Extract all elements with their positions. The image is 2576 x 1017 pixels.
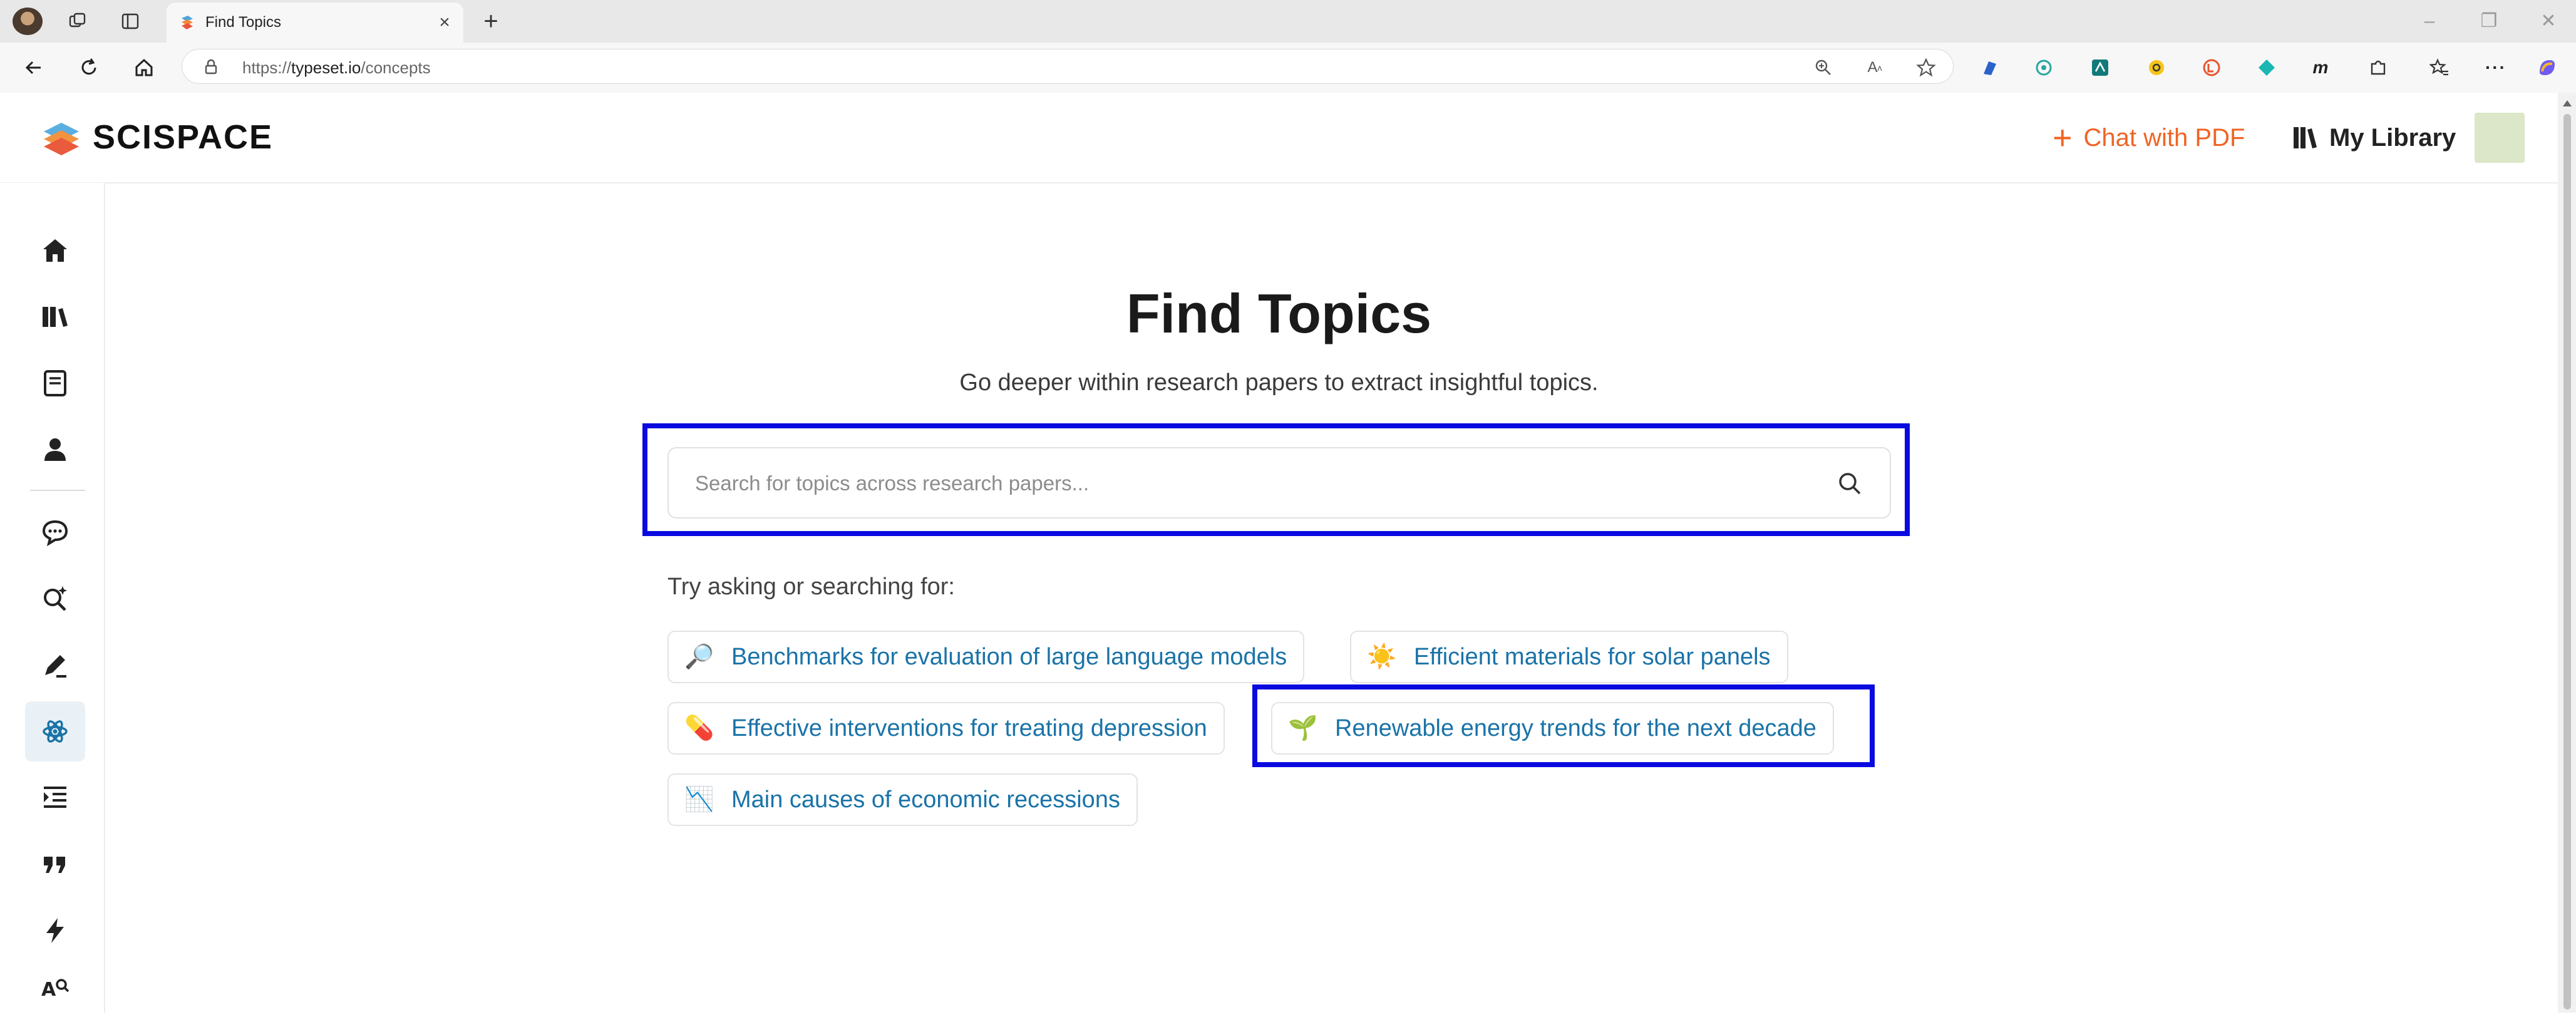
extension-pen-icon[interactable] xyxy=(1977,55,2002,80)
extensions-puzzle-icon[interactable] xyxy=(2366,55,2391,80)
extension-scispace-icon[interactable] xyxy=(2031,55,2056,80)
sidebar-item-citation[interactable] xyxy=(25,834,85,894)
literature-search-icon xyxy=(44,586,67,611)
outline-icon xyxy=(44,787,66,808)
sidebar-item-chat[interactable] xyxy=(25,502,85,562)
suggestion-label: Efficient materials for solar panels xyxy=(1414,643,1771,670)
home-browser-icon[interactable] xyxy=(129,53,159,83)
suggestions-label: Try asking or searching for: xyxy=(667,574,955,600)
suggestion-label: Renewable energy trends for the next dec… xyxy=(1335,715,1816,741)
my-library-button[interactable]: My Library xyxy=(2292,120,2456,155)
svg-text:A: A xyxy=(41,979,56,1001)
user-avatar[interactable] xyxy=(2475,113,2525,163)
suggestion-chip-llm-benchmarks[interactable]: 🔎 Benchmarks for evaluation of large lan… xyxy=(667,631,1305,683)
copilot-icon[interactable] xyxy=(2535,55,2560,80)
new-tab-icon[interactable]: + xyxy=(476,8,506,35)
suggestion-chip-recessions[interactable]: 📉 Main causes of economic recessions xyxy=(667,773,1138,826)
address-bar[interactable]: https://typeset.io/concepts Aʌ xyxy=(182,49,1954,84)
sidebar-item-outline[interactable] xyxy=(25,768,85,828)
sidebar-item-literature-search[interactable] xyxy=(25,569,85,629)
plus-icon: + xyxy=(2053,119,2073,157)
sidebar-item-topics[interactable] xyxy=(25,701,85,761)
tab-actions-icon[interactable] xyxy=(118,9,143,34)
writer-icon xyxy=(45,655,66,678)
sidebar-divider xyxy=(30,490,85,491)
seedling-emoji-icon: 🌱 xyxy=(1288,715,1318,741)
suggestion-chip-renewable-energy[interactable]: 🌱 Renewable energy trends for the next d… xyxy=(1271,702,1834,755)
browser-toolbar: https://typeset.io/concepts Aʌ m ··· xyxy=(0,43,2576,93)
suggestion-chip-solar-panels[interactable]: ☀️ Efficient materials for solar panels xyxy=(1350,631,1788,683)
extension-teal-icon[interactable] xyxy=(2088,55,2113,80)
ai-detector-icon: A xyxy=(41,979,70,1001)
library-books-icon xyxy=(2294,127,2317,148)
citation-icon xyxy=(44,857,65,873)
extension-orange-icon[interactable] xyxy=(2199,55,2224,80)
scroll-thumb[interactable] xyxy=(2563,114,2571,1009)
tab-title: Find Topics xyxy=(205,14,281,31)
more-menu-icon[interactable]: ··· xyxy=(2483,55,2508,80)
page-scrollbar[interactable] xyxy=(2558,93,2576,1013)
read-aloud-icon[interactable]: Aʌ xyxy=(1864,57,1885,78)
extension-m-icon[interactable]: m xyxy=(2308,55,2333,80)
chat-with-pdf-label: Chat with PDF xyxy=(2083,123,2245,152)
url-text[interactable]: https://typeset.io/concepts xyxy=(242,58,431,78)
scispace-favicon xyxy=(182,16,193,29)
chat-icon xyxy=(42,520,68,547)
suggestion-chip-depression[interactable]: 💊 Effective interventions for treating d… xyxy=(667,702,1225,755)
my-library-label: My Library xyxy=(2329,123,2456,152)
topics-icon xyxy=(43,720,68,743)
profile-icon xyxy=(44,438,66,461)
chart-down-emoji-icon: 📉 xyxy=(684,787,714,813)
profile-avatar[interactable] xyxy=(13,8,43,35)
restore-icon[interactable]: ❐ xyxy=(2470,8,2508,35)
page-subtitle: Go deeper within research papers to extr… xyxy=(959,369,1599,396)
favorite-star-icon[interactable] xyxy=(1915,57,1937,78)
tab-close-icon[interactable]: × xyxy=(433,11,456,34)
window-close-icon[interactable]: ✕ xyxy=(2530,8,2567,35)
favorites-icon[interactable] xyxy=(2427,55,2452,80)
reload-icon[interactable] xyxy=(74,53,104,83)
brand-name[interactable]: SCISPACE xyxy=(93,118,273,157)
sun-emoji-icon: ☀️ xyxy=(1367,644,1397,670)
magnifier-emoji-icon: 🔎 xyxy=(684,644,714,670)
sidebar-item-profile[interactable] xyxy=(25,420,85,480)
sidebar-item-writer[interactable] xyxy=(25,635,85,695)
back-icon[interactable] xyxy=(19,53,49,83)
topic-search-box[interactable] xyxy=(667,447,1891,519)
topic-search-input[interactable] xyxy=(694,463,1798,503)
suggestion-label: Effective interventions for treating dep… xyxy=(731,715,1207,741)
suggestion-label: Benchmarks for evaluation of large langu… xyxy=(731,643,1287,670)
lock-icon[interactable] xyxy=(202,58,220,76)
suggestion-label: Main causes of economic recessions xyxy=(731,786,1120,813)
site-header: SCISPACE + Chat with PDF My Library xyxy=(0,93,2558,183)
sidebar-item-flash[interactable] xyxy=(25,901,85,961)
sidebar-item-ai-detector[interactable]: A xyxy=(25,957,85,1017)
search-icon[interactable] xyxy=(1836,470,1863,497)
page-title: Find Topics xyxy=(1126,282,1432,344)
minimize-icon[interactable]: – xyxy=(2411,8,2448,35)
home-icon xyxy=(43,239,67,262)
flash-icon xyxy=(46,918,64,943)
zoom-icon[interactable] xyxy=(1813,57,1834,78)
extension-diamond-icon[interactable] xyxy=(2254,55,2279,80)
browser-tab-bar: Find Topics × + – ❐ ✕ xyxy=(0,0,2576,43)
extension-yellow-icon[interactable] xyxy=(2144,55,2169,80)
workspaces-icon[interactable] xyxy=(65,9,90,34)
scispace-logo-icon[interactable] xyxy=(41,118,81,159)
pill-emoji-icon: 💊 xyxy=(684,715,714,741)
chat-with-pdf-button[interactable]: + Chat with PDF xyxy=(2053,120,2245,155)
scroll-up-icon[interactable] xyxy=(2563,100,2572,106)
sidebar-item-home[interactable] xyxy=(25,220,85,281)
active-tab[interactable]: Find Topics × xyxy=(167,3,463,43)
